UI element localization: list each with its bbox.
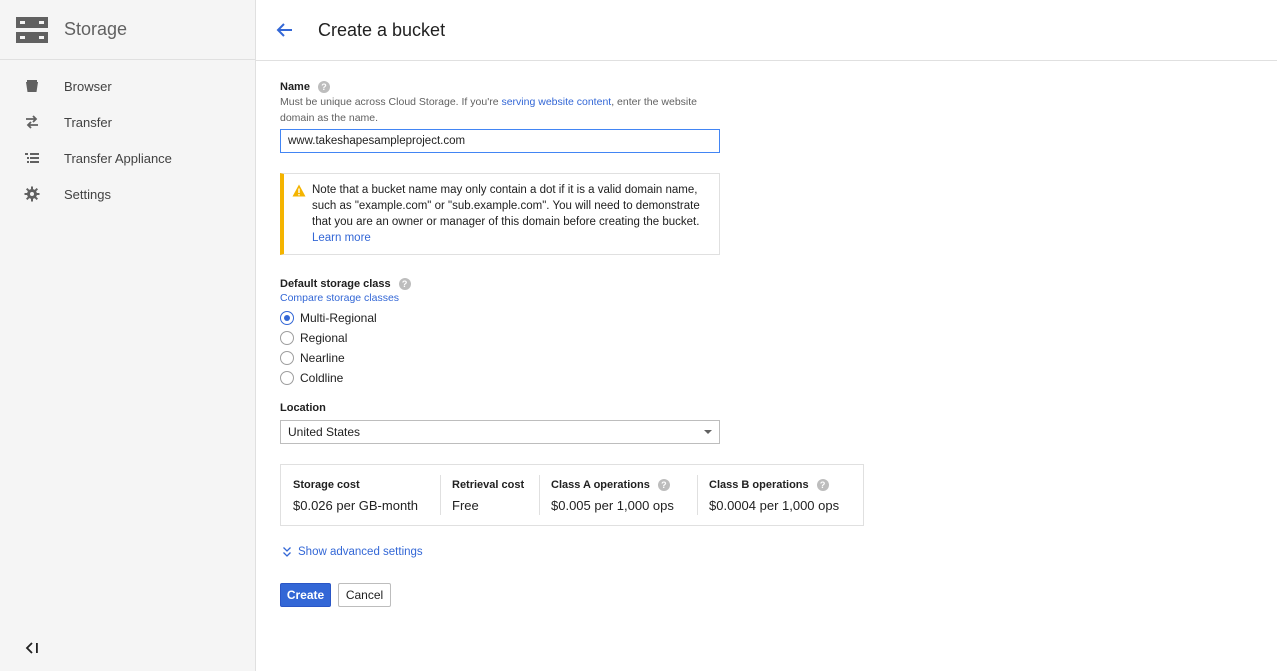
cost-header-text: Retrieval cost [452, 479, 525, 491]
radio-regional[interactable]: Regional [280, 331, 347, 345]
gear-icon [24, 186, 40, 202]
warning-box: Note that a bucket name may only contain… [280, 173, 720, 255]
name-label: Name ? [280, 81, 330, 93]
help-icon[interactable]: ? [398, 278, 411, 290]
cost-value: $0.005 per 1,000 ops [551, 498, 674, 513]
collapse-sidebar-icon[interactable] [24, 641, 40, 655]
cost-header-text: Class B operations [709, 479, 809, 491]
location-value: United States [288, 425, 361, 439]
sidebar: Storage Browser Transfer Transfer Applia… [0, 0, 256, 671]
sidebar-item-browser[interactable]: Browser [0, 68, 255, 104]
sidebar-nav: Browser Transfer Transfer Appliance Sett… [0, 60, 255, 212]
warning-text: Note that a bucket name may only contain… [312, 182, 710, 246]
radio-button[interactable] [280, 311, 294, 325]
radio-nearline[interactable]: Nearline [280, 351, 345, 365]
cost-value: $0.026 per GB-month [293, 498, 419, 513]
warning-icon [292, 184, 306, 197]
storage-class-label-text: Default storage class [280, 278, 391, 290]
radio-multi-regional[interactable]: Multi-Regional [280, 311, 377, 325]
storage-class-label: Default storage class ? [280, 278, 411, 290]
cancel-button[interactable]: Cancel [338, 583, 391, 607]
sidebar-header: Storage [0, 0, 255, 60]
help-icon[interactable]: ? [317, 81, 330, 93]
radio-button[interactable] [280, 331, 294, 345]
show-advanced-settings-link[interactable]: Show advanced settings [282, 546, 423, 558]
cost-cell-class-b: Class B operations? $0.0004 per 1,000 op… [697, 465, 863, 525]
radio-label: Regional [300, 331, 348, 345]
bucket-icon [26, 80, 38, 92]
cost-cell-class-a: Class A operations? $0.005 per 1,000 ops [539, 465, 697, 525]
name-label-text: Name [280, 81, 310, 93]
location-label: Location [280, 402, 326, 414]
sidebar-item-transfer[interactable]: Transfer [0, 104, 255, 140]
warning-message: Note that a bucket name may only contain… [312, 184, 700, 228]
location-label-text: Location [280, 402, 326, 414]
sidebar-item-label: Settings [64, 186, 111, 202]
radio-label: Nearline [300, 351, 345, 365]
page-header: Create a bucket [256, 0, 1277, 61]
sidebar-item-transfer-appliance[interactable]: Transfer Appliance [0, 140, 255, 176]
radio-button[interactable] [280, 371, 294, 385]
radio-coldline[interactable]: Coldline [280, 371, 343, 385]
radio-button[interactable] [280, 351, 294, 365]
bucket-name-input[interactable] [280, 129, 720, 153]
cost-summary: Storage cost $0.026 per GB-month Retriev… [280, 464, 864, 526]
list-icon [25, 153, 39, 163]
radio-label: Coldline [300, 371, 344, 385]
cost-header-text: Storage cost [293, 479, 360, 491]
cost-value: Free [452, 498, 479, 513]
cost-header: Class A operations? [551, 479, 685, 491]
transfer-arrows-icon [26, 115, 38, 129]
cost-header: Storage cost [293, 479, 428, 491]
cost-header: Retrieval cost [452, 479, 527, 491]
show-advanced-settings-label: Show advanced settings [298, 546, 423, 558]
page-title: Create a bucket [318, 19, 446, 40]
name-hint: Must be unique across Cloud Storage. If … [280, 94, 730, 126]
cost-value: $0.0004 per 1,000 ops [709, 498, 840, 513]
create-button[interactable]: Create [280, 583, 331, 607]
back-arrow-icon[interactable] [274, 19, 296, 41]
storage-logo-icon [16, 16, 48, 43]
cost-header-text: Class A operations [551, 479, 650, 491]
sidebar-item-label: Transfer Appliance [64, 150, 172, 166]
cost-cell-retrieval: Retrieval cost Free [440, 465, 539, 525]
cost-header: Class B operations? [709, 479, 851, 491]
sidebar-item-label: Browser [64, 78, 112, 94]
compare-storage-classes-link[interactable]: Compare storage classes [280, 292, 399, 304]
chevron-down-icon [704, 430, 712, 434]
sidebar-title: Storage [64, 19, 128, 39]
sidebar-item-settings[interactable]: Settings [0, 176, 255, 212]
location-select[interactable]: United States [280, 420, 720, 444]
learn-more-link[interactable]: Learn more [312, 232, 371, 244]
cost-cell-storage: Storage cost $0.026 per GB-month [281, 465, 440, 525]
name-hint-before: Must be unique across Cloud Storage. If … [280, 96, 502, 108]
double-chevron-down-icon [283, 547, 291, 557]
serving-website-content-link[interactable]: serving website content [501, 96, 611, 108]
help-icon[interactable]: ? [816, 479, 829, 491]
radio-label: Multi-Regional [300, 311, 377, 325]
sidebar-item-label: Transfer [64, 114, 112, 130]
app-root: Storage Browser Transfer Transfer Applia… [0, 0, 1277, 671]
help-icon[interactable]: ? [657, 479, 670, 491]
